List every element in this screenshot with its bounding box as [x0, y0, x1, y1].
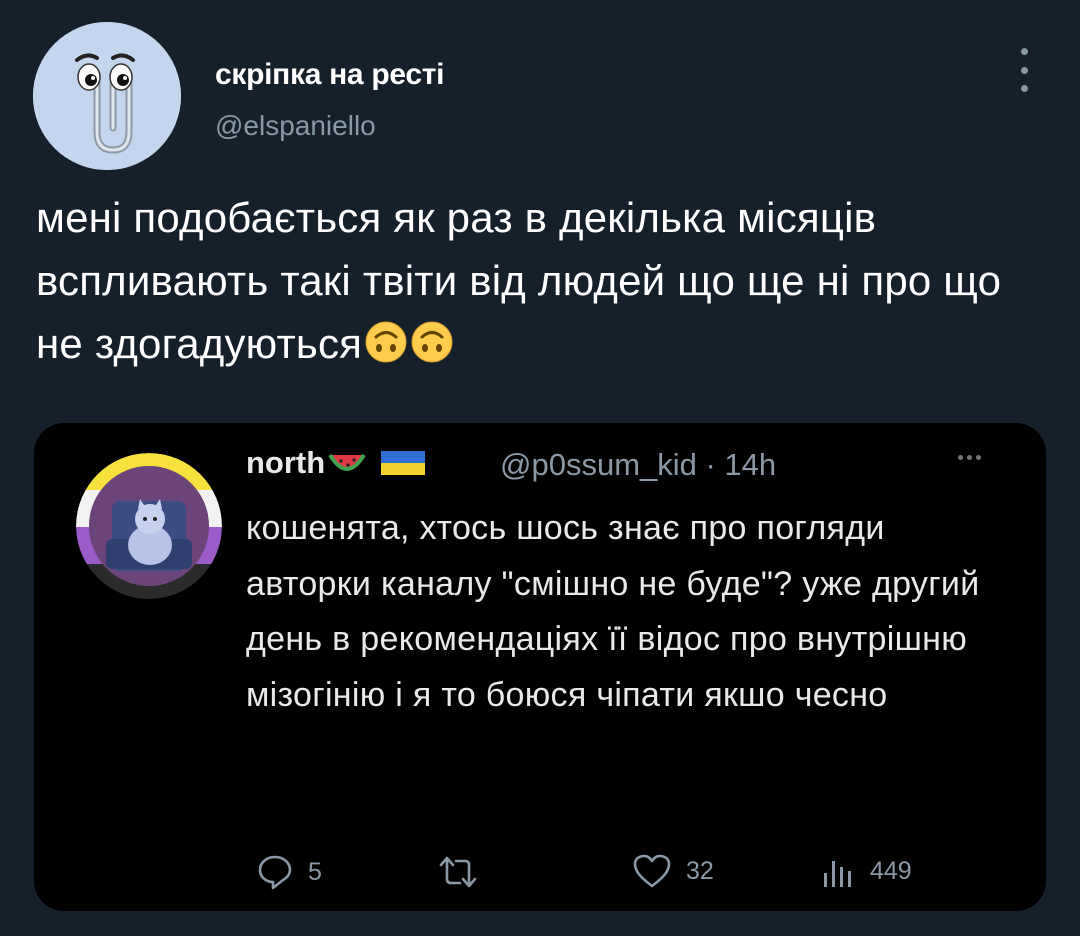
- tweet-post: скріпка на ресті @elspaniello мені подоб…: [0, 0, 1080, 936]
- upside-down-face-emoji-icon: [411, 321, 453, 363]
- like-count: 32: [686, 856, 714, 885]
- views-button[interactable]: 449: [820, 853, 912, 889]
- retweet-icon: [439, 856, 477, 888]
- quoted-tweet-actions: 5 32 449: [34, 853, 1046, 893]
- like-button[interactable]: 32: [632, 853, 714, 889]
- reply-button[interactable]: 5: [256, 853, 322, 891]
- quoted-author-avatar[interactable]: [76, 453, 222, 599]
- quoted-tweet-text: кошенята, хтось шось знає про погляди ав…: [246, 509, 980, 714]
- author-handle[interactable]: @elspaniello: [215, 110, 376, 142]
- author-name[interactable]: скріпка на ресті: [215, 58, 444, 92]
- reply-count: 5: [308, 857, 322, 886]
- views-count: 449: [870, 856, 912, 885]
- quoted-author-name-text: north: [246, 445, 326, 480]
- heart-icon: [633, 854, 671, 888]
- paperclip-mascot-icon: [33, 22, 181, 170]
- cat-in-chair-avatar-icon: [76, 453, 222, 599]
- upside-down-face-emoji-icon: [365, 321, 407, 363]
- quoted-author-handle-and-time[interactable]: @p0ssum_kid · 14h: [500, 447, 776, 483]
- author-avatar[interactable]: [33, 22, 181, 170]
- retweet-button[interactable]: [438, 855, 492, 889]
- tweet-text: мені подобається як раз в декілька місяц…: [36, 186, 1046, 375]
- tweet-body: мені подобається як раз в декілька місяц…: [36, 194, 1002, 367]
- more-options-icon[interactable]: [1010, 48, 1038, 92]
- ukraine-flag-emoji-icon: [381, 451, 426, 475]
- quoted-tweet-card[interactable]: north @p0ssum_kid · 14h кошенята, хтось …: [34, 423, 1046, 911]
- analytics-bars-icon: [824, 861, 851, 887]
- quoted-author-name[interactable]: north: [246, 445, 426, 481]
- watermelon-emoji-icon: [328, 453, 366, 471]
- quoted-more-options-icon[interactable]: [958, 455, 981, 460]
- reply-icon: [258, 855, 292, 890]
